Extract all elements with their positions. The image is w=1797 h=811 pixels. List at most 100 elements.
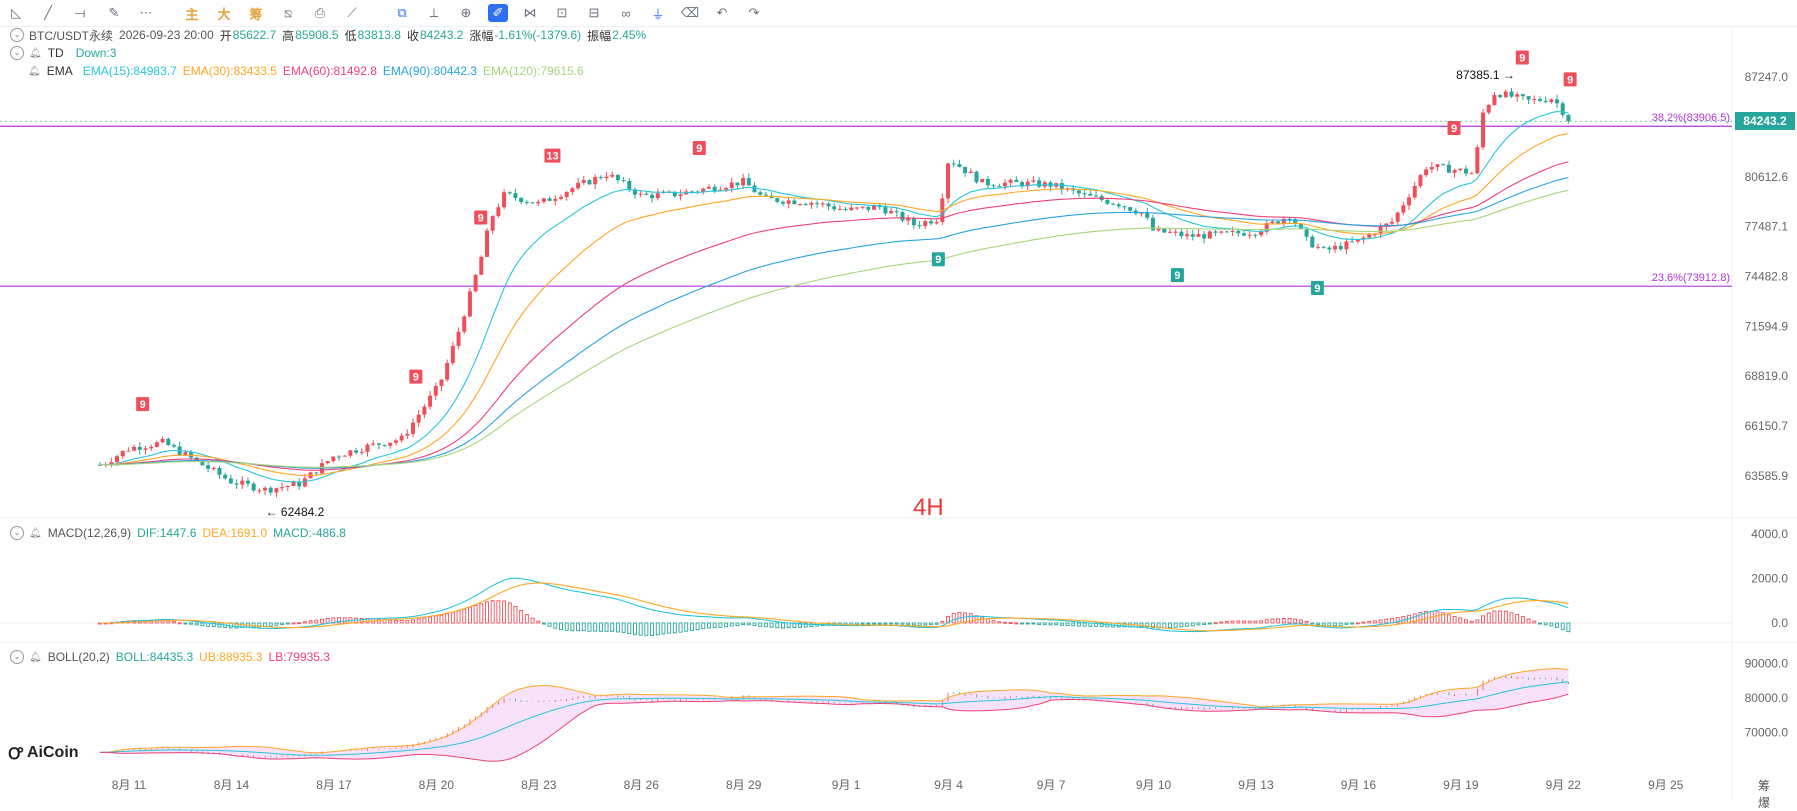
candle-body (1082, 193, 1087, 195)
candle-body (1111, 203, 1116, 205)
macd-bar (1224, 621, 1229, 624)
macd-bar (712, 622, 717, 629)
candle-body (1281, 218, 1286, 224)
candle-body (724, 188, 729, 190)
candle-body (911, 218, 916, 226)
macd-tick-label: 4000.0 (1751, 527, 1788, 541)
candle-body (968, 171, 973, 174)
macd-bar (274, 622, 279, 626)
macd-bar (1560, 622, 1565, 631)
macd-bar (439, 614, 444, 624)
macd-bar (1054, 622, 1059, 626)
candle-body (792, 200, 797, 205)
candle-body (439, 379, 444, 386)
candle-body (405, 433, 410, 436)
candle-body (143, 448, 148, 450)
macd-bar (496, 600, 501, 624)
candle-body (1486, 105, 1491, 113)
boll-indicator-line: ⌄ 🔔︎ BOLL(20,2) BOLL:84435.3 UB:88935.3 … (10, 649, 336, 665)
candle-body (985, 179, 990, 186)
macd-bar (997, 621, 1002, 624)
macd-bar (1247, 620, 1252, 624)
candle-body (701, 188, 706, 192)
x-tick-label: 9月 22 (1546, 778, 1582, 792)
macd-bar (1526, 618, 1531, 624)
corner-tools[interactable]: 筹 爆 (1758, 777, 1797, 811)
candle-body (257, 490, 262, 492)
candle-body (1537, 99, 1542, 101)
alert-bell-icon[interactable]: 🔔︎ (28, 66, 41, 77)
macd-bar (1253, 620, 1258, 624)
candle-body (485, 230, 490, 257)
alert-bell-icon[interactable]: 🔔︎ (29, 48, 42, 59)
candle-body (1469, 173, 1474, 175)
candle-body (1185, 234, 1190, 237)
ema60-value: EMA(60):81492.8 (282, 64, 377, 78)
macd-bar (1190, 622, 1195, 627)
candle-body (627, 180, 632, 190)
macd-bar (741, 622, 746, 626)
amplitude-label: 振幅 (587, 28, 612, 43)
x-tick-label: 8月 17 (316, 778, 352, 792)
macd-bar (615, 622, 620, 633)
candle-body (160, 438, 165, 443)
candle-body (815, 202, 820, 204)
alert-bell-icon[interactable]: 🔔︎ (29, 528, 42, 539)
candle-body (1230, 230, 1235, 232)
x-tick-label: 9月 19 (1443, 778, 1479, 792)
ema120-value: EMA(120):79615.6 (482, 64, 584, 78)
collapse-chevron-icon[interactable]: ⌄ (10, 650, 24, 664)
price-tick-label: 63585.9 (1745, 469, 1789, 483)
candle-body (1526, 96, 1531, 100)
macd-bar (1503, 610, 1508, 624)
macd-bar (422, 617, 427, 624)
macd-bar (1298, 619, 1303, 624)
macd-bar (445, 613, 450, 624)
ema120-line (100, 189, 1569, 468)
candle-body (365, 444, 370, 452)
candle-body (809, 202, 814, 205)
candle-body (746, 178, 751, 186)
macd-bar (1486, 612, 1491, 624)
x-tick-label: 8月 20 (419, 778, 455, 792)
macd-bar (855, 622, 859, 625)
macd-bar (1037, 622, 1042, 625)
symbol-name: BTC/USDT永续 (29, 28, 114, 43)
macd-bar (1469, 620, 1474, 624)
macd-bar (456, 610, 461, 624)
candle-body (1543, 100, 1548, 103)
candle-body (291, 481, 296, 487)
fib-level-label: 23.6%(73912.8) (1652, 272, 1730, 284)
chart-canvas: 87247.0 80612.6 77487.1 74482.8 71594.9 68819… (0, 26, 1797, 799)
td-count-label: 13 (546, 151, 558, 163)
macd-bar (1543, 622, 1548, 626)
macd-bar (1446, 614, 1451, 624)
macd-bar (684, 622, 689, 632)
candle-body (240, 480, 245, 485)
td-count-label: 9 (935, 254, 941, 266)
macd-bar (1344, 622, 1349, 625)
candle-body (1219, 231, 1224, 233)
collapse-chevron-icon[interactable]: ⌄ (10, 28, 24, 42)
candle-body (234, 483, 239, 485)
candle-body (741, 178, 746, 186)
macd-bar (672, 622, 677, 634)
candle-body (615, 174, 620, 181)
candle-body (1008, 179, 1013, 183)
candle-body (1338, 245, 1343, 250)
candle-body (1179, 231, 1184, 237)
candle-body (1202, 234, 1207, 239)
alert-bell-icon[interactable]: 🔔︎ (29, 652, 42, 663)
macd-bar (786, 622, 791, 629)
candle-body (547, 198, 552, 201)
candle-body (382, 444, 387, 446)
collapse-chevron-icon[interactable]: ⌄ (10, 46, 24, 60)
macd-bar (604, 622, 609, 632)
macd-bar (1042, 622, 1047, 625)
candle-body (1310, 236, 1315, 248)
collapse-chevron-icon[interactable]: ⌄ (10, 526, 24, 540)
macd-bar (1333, 622, 1338, 626)
macd-bar (1304, 621, 1309, 624)
td-count-label: 9 (1314, 283, 1320, 295)
candle-body (1168, 231, 1173, 233)
